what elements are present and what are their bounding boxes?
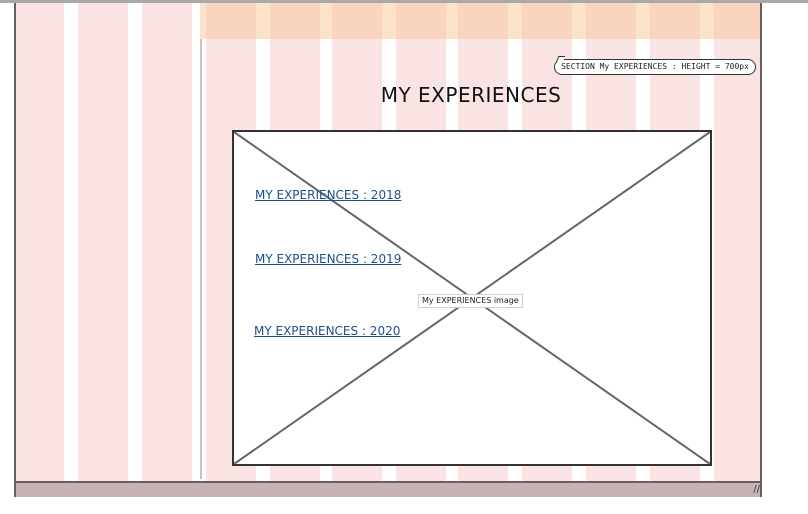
experience-link-2019[interactable]: MY EXPERIENCES : 2019 — [255, 252, 401, 266]
wireframe-canvas: SECTION My EXPERIENCES : HEIGHT = 700px … — [14, 3, 762, 497]
image-label: My EXPERIENCES image — [418, 294, 523, 308]
section-height-annotation: SECTION My EXPERIENCES : HEIGHT = 700px — [554, 59, 756, 75]
grid-column — [16, 3, 64, 483]
content-divider — [200, 39, 202, 479]
experience-link-2018[interactable]: MY EXPERIENCES : 2018 — [255, 188, 401, 202]
grid-column — [142, 3, 192, 483]
grid-column — [714, 3, 760, 483]
experience-link-2020[interactable]: MY EXPERIENCES : 2020 — [254, 324, 400, 338]
resize-handle-icon[interactable]: // — [753, 484, 760, 495]
header-band — [200, 3, 760, 39]
grid-column — [78, 3, 128, 483]
page-title: MY EXPERIENCES — [380, 83, 562, 107]
bottom-bar: // — [16, 481, 760, 497]
